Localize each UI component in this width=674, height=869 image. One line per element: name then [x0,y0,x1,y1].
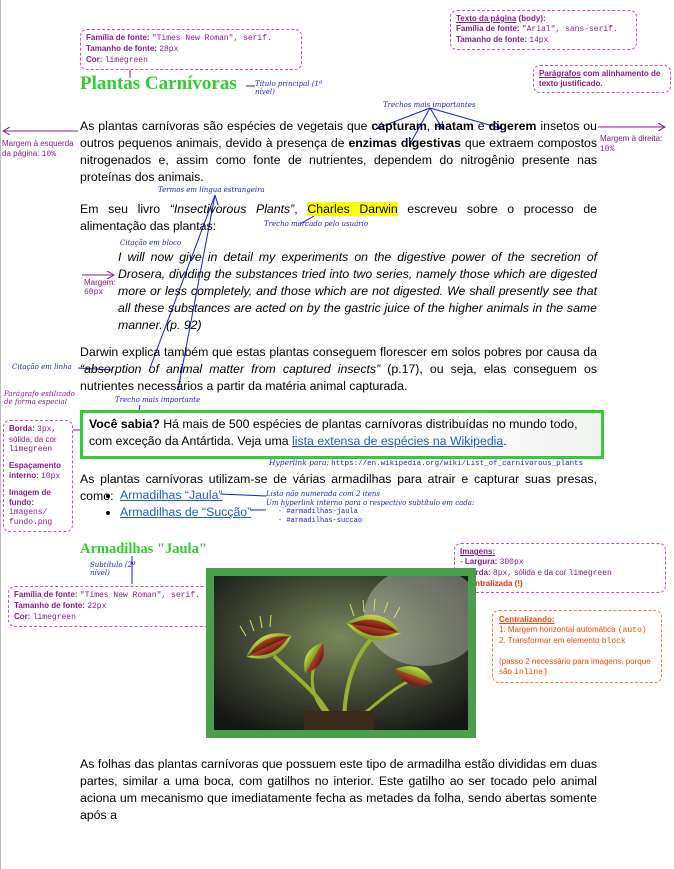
margin-left-note: Margem à esquerda da página: 10% [2,139,74,159]
title-font-note: Família de fonte: "Times New Roman", ser… [80,29,302,70]
subtitle-font-note: Família de fonte: "Times New Roman", ser… [8,586,232,627]
did-you-know-box: Você sabia? Há mais de 500 espécies de p… [80,410,604,459]
paragraph-florescer: Darwin explica também que estas plantas … [80,345,597,393]
inline-quote-hand-note: Citação em linha [12,363,72,371]
venus-flytrap-picture [214,576,468,730]
margin-right-note: Margem à direita: 10% [600,134,663,154]
trap-list: Armadilhas “Jaula” Armadilhas de “Sucção… [80,487,251,521]
venus-flytrap-image [206,568,476,738]
title-main-hand-note: Título principal (1º nível) [255,80,323,96]
subtitle-armadilhas-jaula: Armadilhas "Jaula" [80,541,207,557]
paragraphs-note: Parágrafos com alinhamento de texto just… [533,65,671,93]
margin-quote-note: Margem: 60px [84,278,116,297]
link-armadilhas-succao[interactable]: Armadilhas de “Sucção” [120,505,251,519]
hyperlink-note: Hyperlink para: https://en.wikipedia.org… [269,458,584,468]
styled-box-note: Borda: 3px, sólida, da cor limegreen Esp… [3,420,73,532]
list-item: Armadilhas “Jaula” [120,487,251,504]
centering-note: Centralizando: 1. Margem horizontal auto… [492,610,662,683]
wikipedia-link[interactable]: lista extensa de espécies na Wikipedia [292,434,503,448]
styled-paragraph-hand-note: Parágrafo estilizado de forma especial [4,390,75,406]
paragraph-intro: As plantas carnívoras são espécies de ve… [80,119,597,184]
important-hand-note: Trechos mais importantes [383,101,476,109]
user-highlight: Charles Darwin [307,202,398,216]
list-item: Armadilhas de “Sucção” [120,504,251,521]
link-armadilhas-jaula[interactable]: Armadilhas “Jaula” [120,488,223,502]
paragraph-jaula: As folhas das plantas carnívoras que pos… [80,757,597,822]
paragraph-darwin: Em seu livro “Insectivorous Plants”, Cha… [80,202,598,233]
foreign-terms-hand-note: Termos em língua estrangeira [158,186,265,194]
images-note: Imagens: - Largura: 300px - Borda: 8px, … [454,543,666,593]
important-2-hand-note: Trecho mais importante [115,396,201,404]
page-text-note: Texto da página (body): Família de fonte… [450,10,637,50]
did-you-know-text: Você sabia? Há mais de 500 espécies de p… [89,417,578,448]
page-title: Plantas Carnívoras [80,73,237,94]
blockquote-darwin: I will now give in detail my experiments… [118,250,597,332]
subtitle-hand-note: Subtítulo (2º nível) [90,561,136,577]
blockquote-hand-note: Citação em bloco [120,239,182,247]
